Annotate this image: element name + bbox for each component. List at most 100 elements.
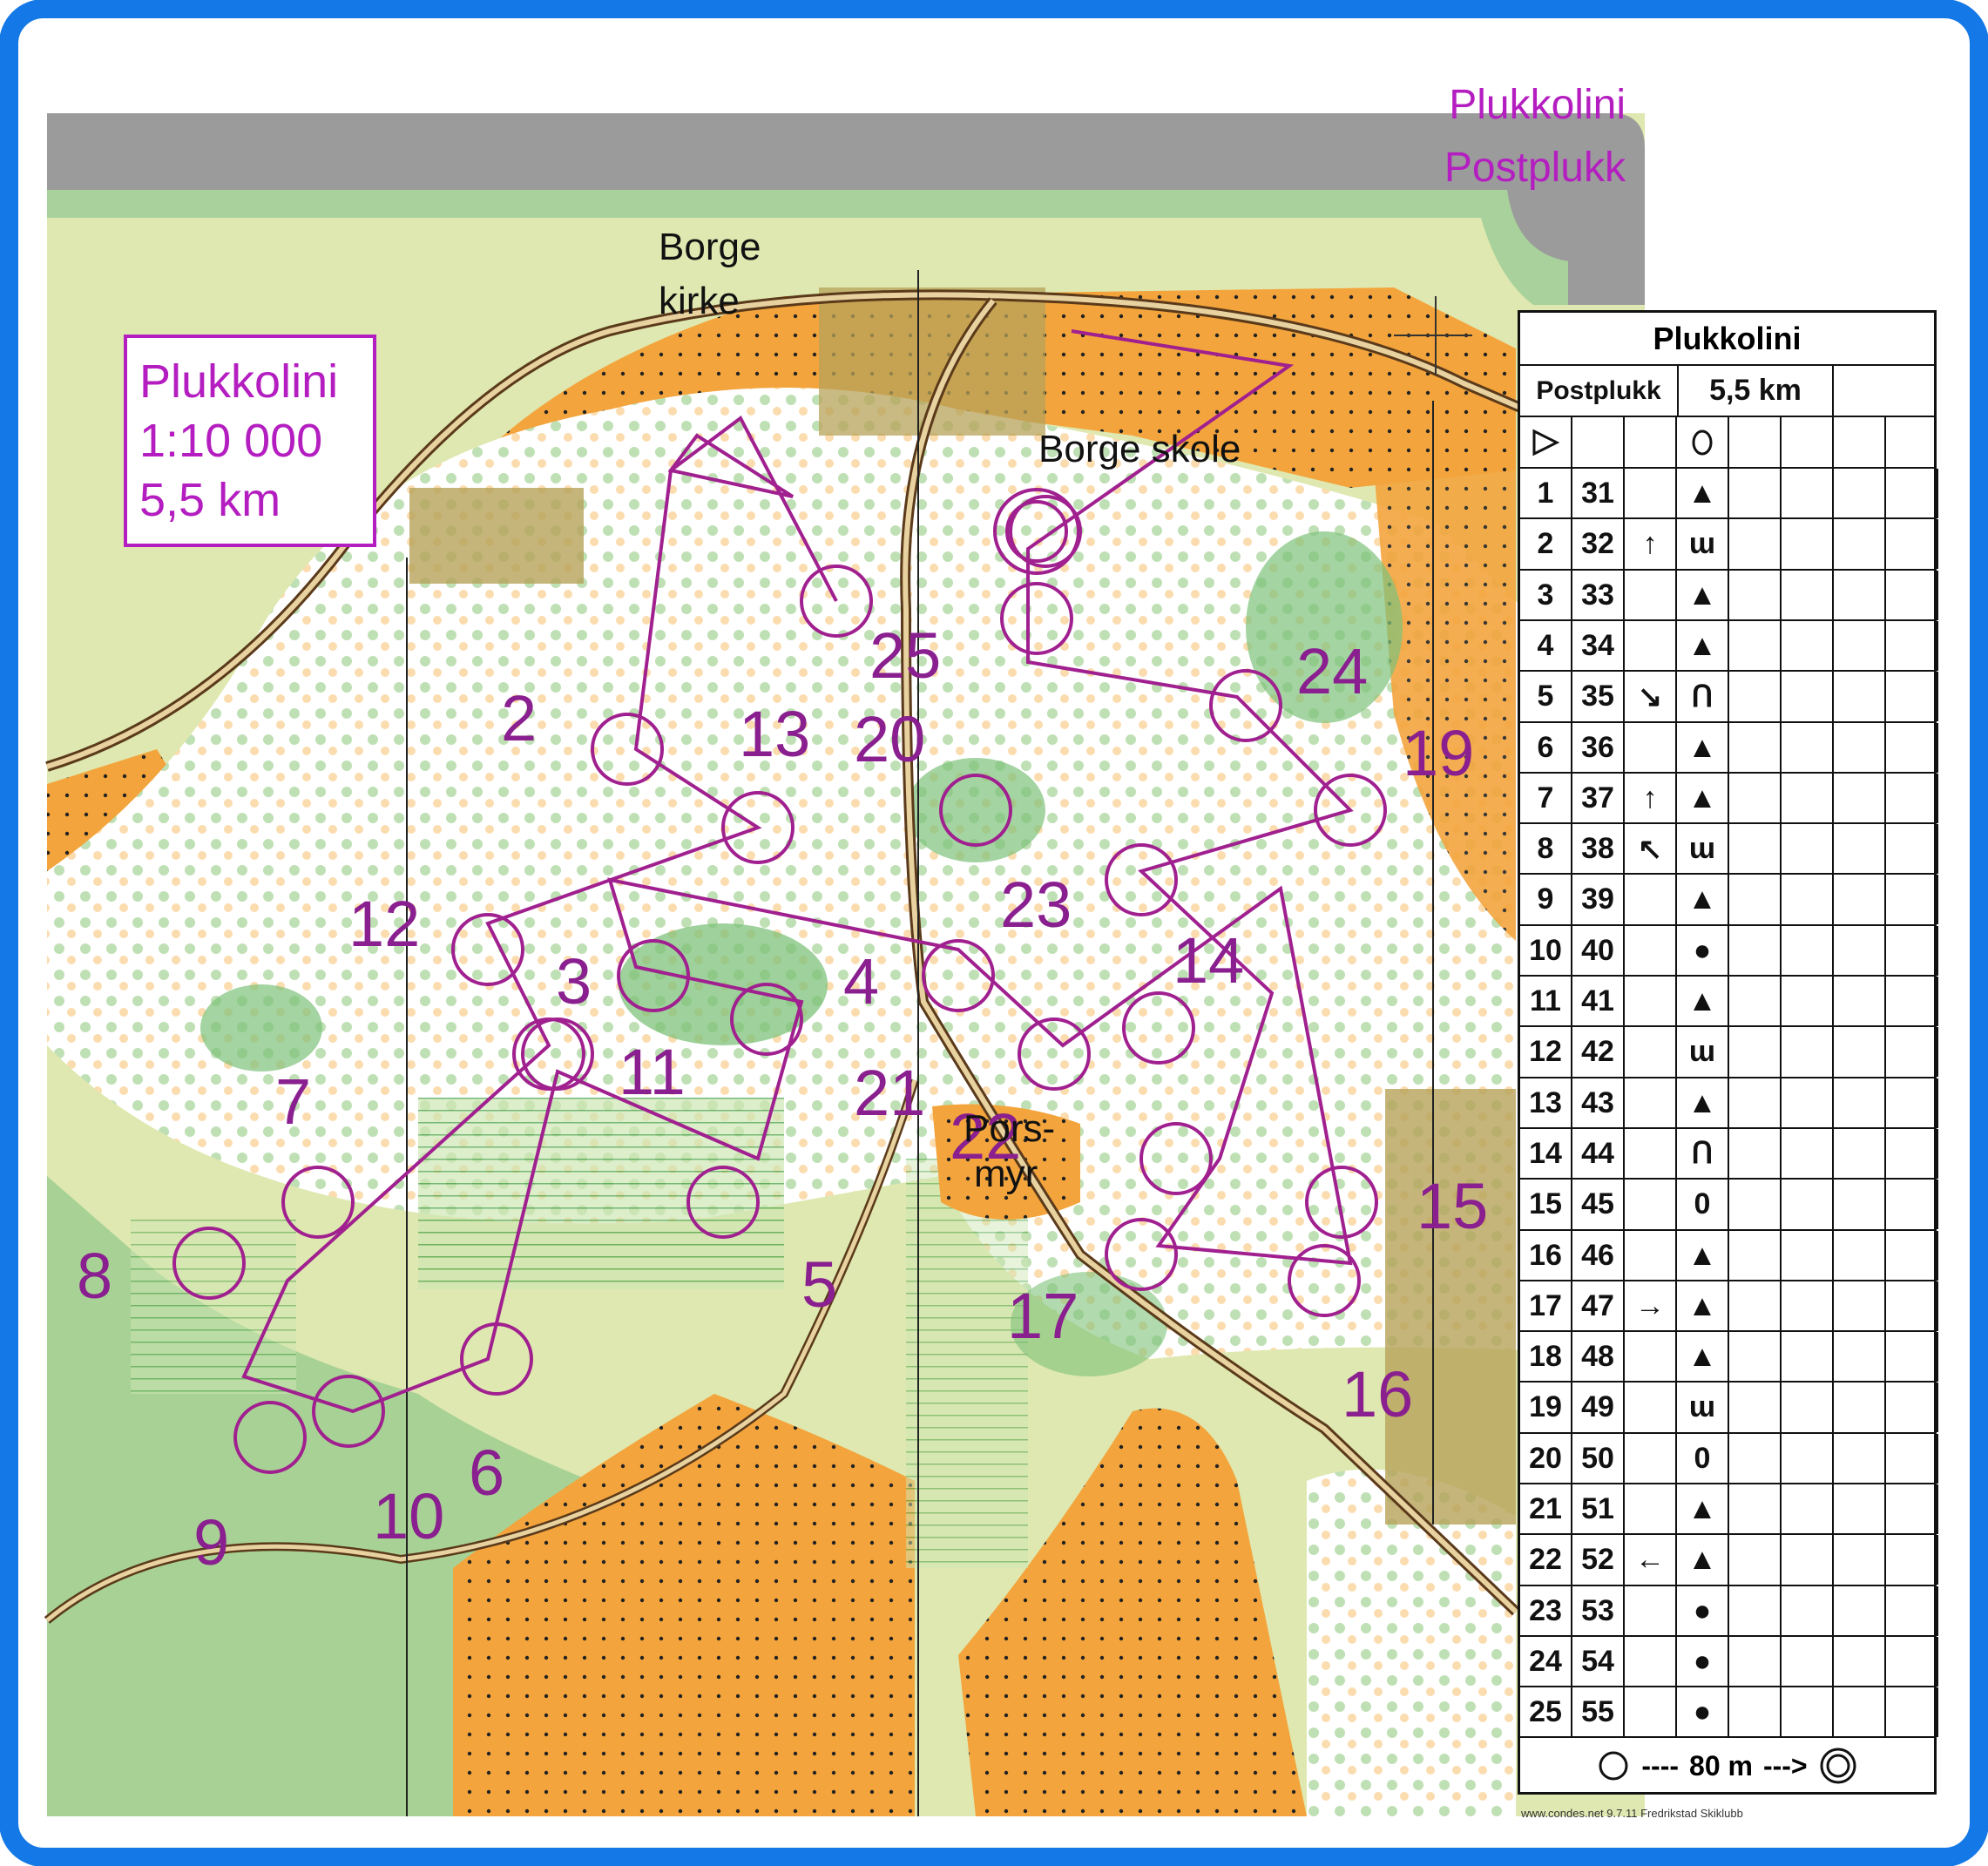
direction-cell — [1625, 1332, 1677, 1383]
info-box: Plukkolini 1:10 000 5,5 km — [124, 335, 376, 547]
control-number-cell: 7 — [1520, 773, 1572, 823]
control-code-cell: 49 — [1572, 1383, 1625, 1433]
empty-cell — [1834, 773, 1886, 823]
empty-cell — [1729, 570, 1782, 620]
empty-cell — [1834, 570, 1886, 620]
control-number-cell: 24 — [1520, 1636, 1572, 1687]
empty-cell — [1886, 1433, 1938, 1484]
empty-cell — [1782, 1281, 1834, 1331]
empty-cell — [1834, 1687, 1886, 1738]
empty-cell — [1886, 1281, 1938, 1331]
empty-cell — [1729, 1484, 1782, 1534]
direction-cell — [1625, 1636, 1677, 1687]
control-number-cell: 22 — [1520, 1535, 1572, 1585]
direction-cell — [1625, 1687, 1677, 1738]
empty-cell — [1782, 469, 1834, 518]
feature-cell: Ո — [1677, 1128, 1729, 1179]
description-row: 12 42 ɯ — [1520, 1025, 1938, 1078]
control-number-cell: 13 — [1520, 1078, 1572, 1128]
control-number: 23 — [1000, 869, 1072, 941]
description-row: 11 41 ▲ — [1520, 975, 1938, 1026]
control-number-cell: 12 — [1520, 1027, 1572, 1078]
empty-cell — [1834, 1636, 1886, 1687]
empty-cell — [1782, 519, 1834, 570]
empty-cell — [1886, 672, 1938, 722]
description-row: 5 35 ↘ Ո — [1520, 670, 1938, 722]
control-code-cell: 53 — [1572, 1585, 1625, 1636]
empty-cell — [1782, 1433, 1834, 1484]
direction-cell — [1625, 1433, 1677, 1484]
control-number-cell: 14 — [1520, 1128, 1572, 1179]
description-row: 21 51 ▲ — [1520, 1483, 1938, 1534]
empty-cell — [1782, 977, 1834, 1026]
feature-cell: 0 — [1677, 1433, 1729, 1484]
feature-cell: ▲ — [1677, 1535, 1729, 1585]
feature-cell: ▲ — [1677, 773, 1729, 823]
course-length: 5,5 km — [1679, 366, 1834, 416]
control-number-cell: 4 — [1520, 620, 1572, 671]
control-number: 17 — [1007, 1280, 1079, 1352]
empty-cell — [1782, 1484, 1834, 1534]
empty-cell — [1834, 875, 1886, 925]
empty-cell — [1834, 1433, 1886, 1484]
direction-cell — [1625, 1027, 1677, 1078]
direction-cell — [1625, 1180, 1677, 1230]
title-line: Plukkolini — [1449, 82, 1626, 128]
empty-cell — [1782, 1585, 1834, 1636]
feature-cell: ▲ — [1677, 1230, 1729, 1281]
empty-cell — [1729, 1230, 1782, 1281]
empty-cell — [1729, 1281, 1782, 1331]
empty-cell — [1886, 773, 1938, 823]
empty-cell — [1782, 1332, 1834, 1383]
empty-cell — [1834, 1128, 1886, 1179]
empty-cell — [1729, 1433, 1782, 1484]
direction-cell — [1625, 722, 1677, 773]
finish-row: ---- 80 m ---> — [1520, 1736, 1934, 1794]
empty-cell — [1782, 620, 1834, 671]
start-row — [1520, 416, 1934, 467]
empty-cell — [1782, 925, 1834, 976]
feature-cell: ● — [1677, 1585, 1729, 1636]
empty-cell — [1834, 1383, 1886, 1433]
oval-icon — [1677, 417, 1729, 467]
direction-cell — [1625, 469, 1677, 518]
control-number-cell: 18 — [1520, 1332, 1572, 1383]
empty-cell — [1834, 1281, 1886, 1331]
description-header-row: Postplukk 5,5 km — [1520, 364, 1934, 416]
control-code-cell: 41 — [1572, 977, 1625, 1026]
control-descriptions: Plukkolini Postplukk 5,5 km 1 31 ▲ 2 32 ↑ ɯ 3 33… — [1518, 310, 1938, 1795]
description-row: 4 34 ▲ — [1520, 619, 1938, 671]
empty-cell — [1729, 1687, 1782, 1738]
description-row: 14 44 Ո — [1520, 1126, 1938, 1179]
control-number-cell: 8 — [1520, 824, 1572, 875]
empty-cell — [1886, 1332, 1938, 1383]
direction-cell — [1625, 1383, 1677, 1433]
empty-cell — [1782, 1687, 1834, 1738]
empty-cell — [1729, 1585, 1782, 1636]
empty-cell — [1834, 1078, 1886, 1128]
direction-cell — [1625, 875, 1677, 925]
control-code-cell: 43 — [1572, 1078, 1625, 1128]
control-code-cell: 34 — [1572, 620, 1625, 671]
empty-cell — [1729, 925, 1782, 976]
empty-cell — [1834, 672, 1886, 722]
description-row: 23 53 ● — [1520, 1584, 1938, 1636]
feature-cell: ▲ — [1677, 570, 1729, 620]
description-row: 16 46 ▲ — [1520, 1228, 1938, 1281]
control-number: 11 — [619, 1036, 686, 1108]
empty-cell — [1782, 722, 1834, 773]
control-code-cell: 46 — [1572, 1230, 1625, 1281]
description-row: 3 33 ▲ — [1520, 568, 1938, 620]
empty-cell — [1886, 1585, 1938, 1636]
control-number: 9 — [193, 1506, 229, 1579]
course-name: Postplukk — [1520, 366, 1679, 416]
feature-cell: ɯ — [1677, 1383, 1729, 1433]
control-number: 15 — [1417, 1170, 1488, 1242]
empty-cell — [1729, 1535, 1782, 1585]
control-code-cell: 35 — [1572, 672, 1625, 722]
control-number-cell: 15 — [1520, 1180, 1572, 1230]
control-number-cell: 11 — [1520, 977, 1572, 1026]
control-number-cell: 10 — [1520, 925, 1572, 976]
empty-cell — [1729, 620, 1782, 671]
direction-cell: ↑ — [1625, 519, 1677, 570]
